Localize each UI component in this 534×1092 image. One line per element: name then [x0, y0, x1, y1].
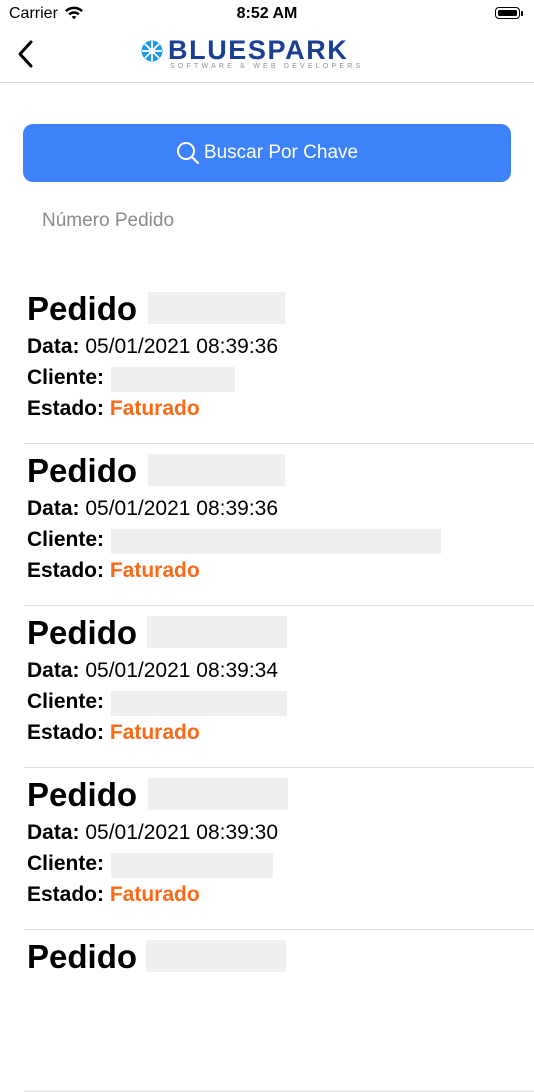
order-date-row: Data: 05/01/2021 08:39:36	[27, 335, 278, 359]
order-status: Faturado	[109, 721, 200, 744]
redacted-client-name	[111, 367, 235, 392]
date-label: Data:	[27, 659, 80, 682]
order-title: Pedido	[27, 938, 138, 975]
order-title: Pedido	[27, 776, 138, 813]
order-date: 05/01/2021 08:39:30	[85, 821, 279, 844]
order-date: 05/01/2021 08:39:34	[85, 659, 279, 682]
order-date: 05/01/2021 08:39:36	[85, 335, 279, 358]
back-button[interactable]	[8, 36, 42, 72]
redacted-order-number	[148, 778, 288, 810]
status-label: Estado:	[27, 883, 105, 906]
redacted-order-number	[148, 454, 285, 486]
order-status-row: Estado: Faturado	[27, 721, 200, 745]
order-client-row: Cliente:	[27, 528, 104, 552]
order-list-item-partial[interactable]: Pedido	[24, 930, 534, 1092]
client-label: Cliente:	[27, 366, 105, 389]
bluespark-logo: BLUESPARK SOFTWARE & WEB DEVELOPERS	[140, 35, 400, 73]
redacted-order-number	[148, 292, 285, 324]
redacted-client-name	[111, 691, 287, 716]
order-client-row: Cliente:	[27, 852, 104, 876]
client-label: Cliente:	[27, 528, 105, 551]
order-client-row: Cliente:	[27, 690, 104, 714]
date-label: Data:	[27, 497, 80, 520]
order-title: Pedido	[27, 452, 138, 489]
order-date-row: Data: 05/01/2021 08:39:34	[27, 659, 278, 683]
order-title: Pedido	[27, 290, 138, 327]
navigation-bar: BLUESPARK SOFTWARE & WEB DEVELOPERS	[0, 30, 534, 83]
order-title: Pedido	[27, 614, 138, 651]
order-date-row: Data: 05/01/2021 08:39:36	[27, 497, 278, 521]
orders-list: Pedido Data: 05/01/2021 08:39:36 Cliente…	[0, 282, 534, 1092]
search-icon	[176, 142, 200, 165]
order-list-item[interactable]: Pedido Data: 05/01/2021 08:39:30 Cliente…	[24, 768, 534, 930]
order-date: 05/01/2021 08:39:36	[85, 497, 279, 520]
order-date-row: Data: 05/01/2021 08:39:30	[27, 821, 278, 845]
battery-cap	[521, 11, 523, 16]
order-status: Faturado	[109, 397, 200, 420]
client-label: Cliente:	[27, 852, 105, 875]
status-label: Estado:	[27, 397, 105, 420]
logo-tagline: SOFTWARE & WEB DEVELOPERS	[170, 63, 364, 70]
order-client-row: Cliente:	[27, 366, 104, 390]
clock: 8:52 AM	[236, 5, 298, 22]
battery-icon	[495, 7, 520, 19]
redacted-order-number	[146, 940, 286, 972]
order-list-item[interactable]: Pedido Data: 05/01/2021 08:39:36 Cliente…	[24, 282, 534, 444]
logo-mark-icon	[141, 40, 163, 62]
status-label: Estado:	[27, 721, 105, 744]
order-number-input[interactable]	[28, 203, 522, 239]
redacted-client-name	[111, 853, 273, 878]
order-status-row: Estado: Faturado	[27, 559, 200, 583]
order-list-item[interactable]: Pedido Data: 05/01/2021 08:39:36 Cliente…	[24, 444, 534, 606]
search-by-key-button[interactable]: Buscar Por Chave	[23, 124, 511, 182]
search-button-label: Buscar Por Chave	[203, 142, 359, 163]
order-status: Faturado	[109, 559, 200, 582]
chevron-left-icon	[18, 40, 33, 68]
date-label: Data:	[27, 821, 80, 844]
order-status-row: Estado: Faturado	[27, 883, 200, 907]
client-label: Cliente:	[27, 690, 105, 713]
redacted-order-number	[147, 616, 287, 648]
status-label: Estado:	[27, 559, 105, 582]
redacted-client-name	[111, 529, 441, 554]
order-status-row: Estado: Faturado	[27, 397, 200, 421]
order-status: Faturado	[109, 883, 200, 906]
status-bar: Carrier 8:52 AM	[0, 0, 534, 30]
order-list-item[interactable]: Pedido Data: 05/01/2021 08:39:34 Cliente…	[24, 606, 534, 768]
date-label: Data:	[27, 335, 80, 358]
logo-name: BLUESPARK	[168, 35, 349, 65]
